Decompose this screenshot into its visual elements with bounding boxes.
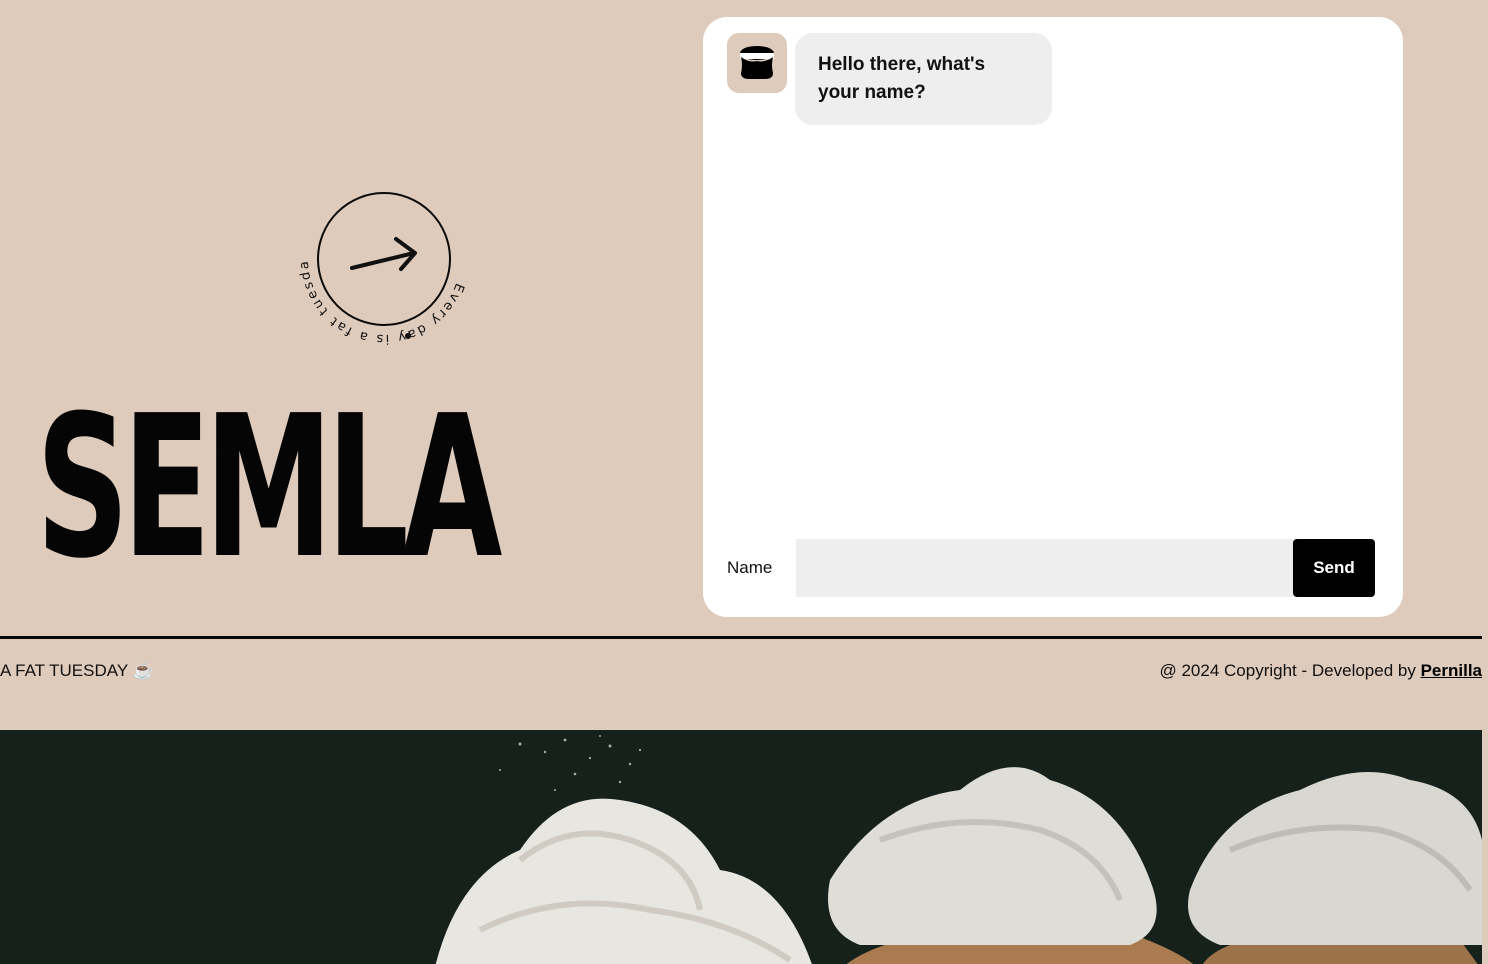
copyright-notice: @ 2024 Copyright - Developed by Pernilla: [1160, 660, 1483, 682]
name-label: Name: [727, 558, 773, 577]
bot-message: Hello there, what's your name?: [727, 33, 1052, 125]
arrow-right-icon: [350, 237, 417, 271]
semla-bun-icon: [727, 33, 787, 93]
send-button[interactable]: Send: [1293, 539, 1375, 597]
name-form: Name Send: [727, 539, 1375, 597]
badge-dot: [405, 333, 411, 339]
order-badge[interactable]: Every day is a fat tuesday so let's orde…: [298, 173, 470, 345]
brand-title: SEMLA: [36, 374, 502, 602]
semla-buns-image: [0, 730, 1482, 964]
name-input[interactable]: [796, 539, 1293, 597]
footer-divider: [0, 636, 1482, 639]
order-badge-graphic: Every day is a fat tuesday so let's orde…: [298, 173, 465, 345]
marquee-text: A FAT TUESDAY ☕: [0, 661, 154, 680]
developer-link[interactable]: Pernilla: [1421, 661, 1482, 680]
chat-panel: Hello there, what's your name? Name Send: [703, 17, 1403, 617]
copyright-text: @ 2024 Copyright - Developed by: [1159, 661, 1421, 680]
bot-message-bubble: Hello there, what's your name?: [795, 33, 1052, 125]
